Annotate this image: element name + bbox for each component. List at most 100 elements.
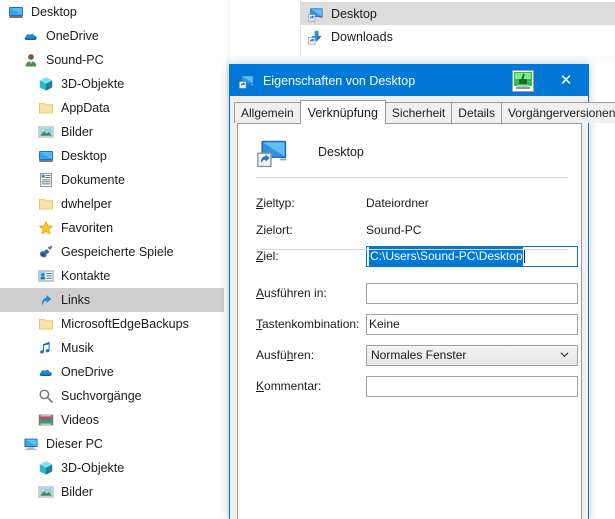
close-icon[interactable]: ✕ <box>544 65 588 96</box>
tree-item-label: Bilder <box>61 125 93 139</box>
ausfuehren-in-label: Ausführen in: <box>256 286 327 300</box>
user-icon <box>23 52 39 68</box>
shortcut-desktop-icon <box>257 136 289 168</box>
tree-item-label: Dieser PC <box>46 437 103 451</box>
tree-item-label: dwhelper <box>61 197 112 211</box>
tree-item-onedrive[interactable]: OneDrive <box>0 24 224 48</box>
divider-2 <box>256 249 568 250</box>
pictures-icon <box>38 484 54 500</box>
tree-item-microsoftedgebackups[interactable]: MicrosoftEdgeBackups <box>0 312 224 336</box>
zieltyp-label: Zieltyp: <box>256 196 295 210</box>
properties-dialog: Eigenschaften von Desktop ✕ Allgemein Ver… <box>229 64 615 519</box>
ausfuehren-select[interactable]: Normales Fenster <box>366 344 578 366</box>
contacts-icon <box>38 268 54 284</box>
this-pc-icon <box>23 436 39 452</box>
tree-item-label: OneDrive <box>61 365 114 379</box>
tab-details[interactable]: Details <box>451 102 502 123</box>
file-item-downloads[interactable]: Downloads <box>300 25 615 48</box>
tree-item-videos[interactable]: Videos <box>0 408 224 432</box>
tree-item-suchvorg-nge[interactable]: Suchvorgänge <box>0 384 224 408</box>
tree-item-desktop[interactable]: Desktop <box>0 0 224 24</box>
field-row-tastenkombination: Tastenkombination: Keine <box>256 313 578 335</box>
monitor-icon <box>8 4 24 20</box>
tree-item-label: Links <box>61 293 91 307</box>
music-icon <box>38 340 54 356</box>
cloud-icon <box>23 28 39 44</box>
tree-item-label: Musik <box>61 341 94 355</box>
tree-item-label: Desktop <box>31 5 77 19</box>
tree-item-musik[interactable]: Musik <box>0 336 224 360</box>
kommentar-input[interactable] <box>366 375 578 397</box>
tree-item-label: Suchvorgänge <box>61 389 142 403</box>
folder-icon <box>38 316 54 332</box>
tree-item-label: Dokumente <box>61 173 125 187</box>
search-icon <box>38 388 54 404</box>
field-row-ausfuehren: Ausführen: Normales Fenster <box>256 344 578 366</box>
tab-allgemein[interactable]: Allgemein <box>234 102 301 123</box>
tree-item-label: 3D-Objekte <box>61 461 125 475</box>
cube-icon <box>38 76 54 92</box>
tab-vorg-ngerversionen[interactable]: Vorgängerversionen <box>500 102 615 123</box>
dialog-title-bar[interactable]: Eigenschaften von Desktop ✕ <box>230 65 588 96</box>
ziel-label: Ziel: <box>256 249 279 263</box>
zielort-label: Zielort: <box>256 223 293 237</box>
monitor-icon <box>38 148 54 164</box>
chevron-down-icon <box>560 351 569 357</box>
kommentar-label: Kommentar: <box>256 379 322 393</box>
documents-icon <box>38 172 54 188</box>
tree-item-label: MicrosoftEdgeBackups <box>61 317 189 331</box>
tree-item-label: 3D-Objekte <box>61 77 125 91</box>
tree-item-dokumente[interactable]: Dokumente <box>0 168 224 192</box>
folder-icon <box>38 196 54 212</box>
ausfuehren-selected-value: Normales Fenster <box>371 348 467 362</box>
shortcut-header: Desktop <box>238 132 364 172</box>
tree-item-label: Favoriten <box>61 221 114 235</box>
tree-item-gespeicherte-spiele[interactable]: Gespeicherte Spiele <box>0 240 224 264</box>
ausfuehren-in-input[interactable] <box>366 282 578 304</box>
tree-item-label: Videos <box>61 413 99 427</box>
shortcut-download-icon <box>308 29 324 45</box>
star-icon <box>38 220 54 236</box>
tree-item-bilder[interactable]: Bilder <box>0 120 224 144</box>
tastenkombination-input[interactable]: Keine <box>366 313 578 335</box>
tree-item-favoriten[interactable]: Favoriten <box>0 216 224 240</box>
green-scanner-icon-button[interactable] <box>512 69 534 92</box>
tab-sicherheit[interactable]: Sicherheit <box>384 102 453 123</box>
shortcut-desktop-icon <box>308 6 324 22</box>
screen: Desktop OneDrive Sound-PC 3D-Objekte AppData… <box>0 0 615 519</box>
tab-verkn-pfung[interactable]: Verknüpfung <box>299 100 386 124</box>
dialog-tab-strip[interactable]: Allgemein Verknüpfung Sicherheit Details Vor… <box>230 96 615 124</box>
pictures-icon <box>38 124 54 140</box>
shortcut-name: Desktop <box>318 145 364 159</box>
tree-item-onedrive[interactable]: OneDrive <box>0 360 224 384</box>
tree-item-bilder[interactable]: Bilder <box>0 480 224 504</box>
cloud-icon <box>38 364 54 380</box>
folder-icon <box>38 100 54 116</box>
cube-icon <box>38 460 54 476</box>
tree-item-desktop[interactable]: Desktop <box>0 144 224 168</box>
tree-item-3d-objekte[interactable]: 3D-Objekte <box>0 72 224 96</box>
links-icon <box>38 292 54 308</box>
navigation-tree[interactable]: Desktop OneDrive Sound-PC 3D-Objekte AppData… <box>0 0 224 519</box>
tree-item-label: Kontakte <box>61 269 111 283</box>
divider-1 <box>256 177 568 178</box>
tree-item-label: Bilder <box>61 485 93 499</box>
tree-item-links[interactable]: Links <box>0 288 224 312</box>
tree-item-dieser-pc[interactable]: Dieser PC <box>0 432 224 456</box>
field-row-kommentar: Kommentar: <box>256 375 578 397</box>
field-row-zielort: Zielort: Sound-PC <box>256 219 421 241</box>
tree-item-sound-pc[interactable]: Sound-PC <box>0 48 224 72</box>
field-row-ausfuehren-in: Ausführen in: <box>256 282 578 304</box>
zielort-value: Sound-PC <box>366 223 422 237</box>
tree-item-appdata[interactable]: AppData <box>0 96 224 120</box>
text-caret <box>523 249 525 263</box>
tree-item-dwhelper[interactable]: dwhelper <box>0 192 224 216</box>
file-item-label: Downloads <box>331 29 393 44</box>
tastenkombination-value: Keine <box>369 316 400 331</box>
shortcut-desktop-icon <box>239 73 255 89</box>
tree-item-3d-objekte[interactable]: 3D-Objekte <box>0 456 224 480</box>
file-item-desktop[interactable]: Desktop <box>300 2 615 25</box>
video-icon <box>38 412 54 428</box>
tree-item-kontakte[interactable]: Kontakte <box>0 264 224 288</box>
zieltyp-value: Dateiordner <box>366 196 429 210</box>
